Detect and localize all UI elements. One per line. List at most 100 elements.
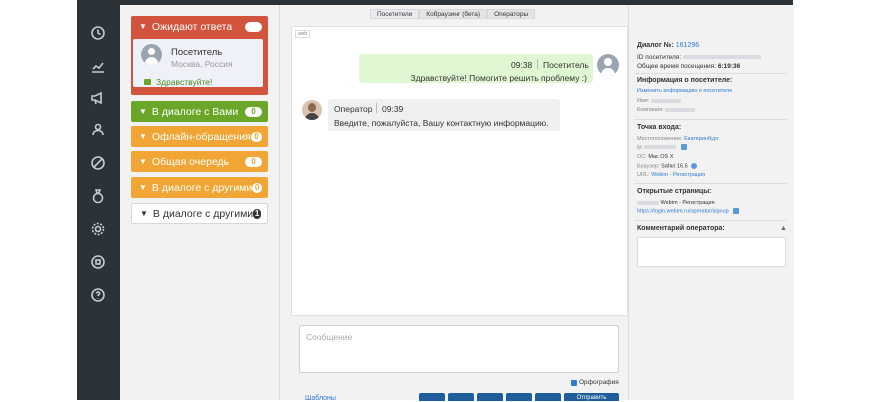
queue-with-others-2[interactable]: ▼ В диалоге с другими 1 — [131, 203, 268, 224]
url-row: URL: Webim - Регистрация — [637, 172, 705, 178]
browser-icon — [691, 163, 698, 169]
divider — [634, 119, 787, 120]
external-link-icon[interactable] — [733, 208, 740, 214]
visitor-message-text: Здравствуйте! — [156, 77, 213, 87]
queue-label: Общая очередь — [151, 155, 230, 168]
queue-waiting[interactable]: ▼ Ожидают ответа 1 — [131, 16, 268, 37]
browser-label: Браузер: — [637, 163, 660, 170]
change-info-link[interactable]: Изменить информацию о посетителе — [637, 88, 732, 94]
operator-avatar — [302, 100, 322, 120]
message-time: 09:39 — [382, 104, 404, 114]
ip-label: ip: — [637, 144, 643, 151]
tab-visitors[interactable]: Посетители — [370, 9, 420, 19]
dialog-label: Диалог №: — [637, 42, 674, 49]
total-time-label: Общее время посещения: — [637, 63, 717, 70]
chart-icon[interactable] — [88, 56, 108, 76]
redacted-value — [644, 145, 677, 149]
message-author: Посетитель — [543, 60, 589, 70]
operator-comment-title: Комментарий оператора: — [637, 225, 725, 232]
visitor-card[interactable]: Посетитель Москва, Россия Здравствуйте! — [133, 39, 263, 87]
queue-count: 0 — [252, 182, 262, 193]
open-page-title: Webim - Регистрация — [660, 200, 715, 206]
top-tabs: Посетители Кобраузинг (бета) Операторы — [370, 9, 536, 19]
os-row: ОС: Mac OS X — [637, 154, 673, 160]
operator-message: Оператор 09:39 Введите, пожалуйста, Вашу… — [328, 99, 560, 131]
queue-count: 1 — [245, 21, 262, 32]
url-link[interactable]: Webim - Регистрация — [651, 172, 705, 178]
divider — [634, 73, 787, 74]
queue-general[interactable]: ▼ Общая очередь 0 — [131, 151, 268, 172]
tab-operators[interactable]: Операторы — [487, 9, 536, 19]
divider — [537, 59, 538, 69]
queue-count: 0 — [245, 106, 262, 117]
queue-label: В диалоге с другими — [151, 181, 253, 194]
dialog-id-link[interactable]: 161296 — [676, 42, 699, 49]
open-page-url-row: https://login.webim.ru/operator/signup — [637, 208, 740, 214]
browser-value: Safari 16.5 — [661, 163, 688, 170]
redacted-value — [665, 107, 696, 112]
browser-row: Браузер: Safari 16.5 — [637, 163, 698, 170]
url-label: URL: — [637, 172, 650, 178]
queue-with-you[interactable]: ▼ В диалоге с Вами 0 — [131, 101, 268, 122]
visitor-name: Посетитель — [171, 47, 223, 58]
visitor-last-message: Здравствуйте! — [144, 77, 212, 87]
spellcheck-toggle[interactable]: Орфография — [571, 379, 619, 386]
location-label: Местоположение: — [637, 136, 683, 142]
queue-count: 1 — [253, 208, 261, 219]
ip-row: ip: — [637, 144, 687, 150]
total-time-value: 6:19:36 — [717, 63, 741, 70]
os-value: Mac OS X — [648, 154, 674, 160]
stop-icon[interactable] — [88, 252, 108, 272]
queue-count: 0 — [250, 131, 262, 142]
open-page-title-row: Webim - Регистрация — [637, 200, 715, 206]
total-time-row: Общее время посещения: 6:19:36 — [637, 63, 740, 70]
templates-link[interactable]: Шаблоны — [305, 395, 336, 402]
open-pages-title: Открытые страницы: — [637, 188, 712, 195]
queue-label: Офлайн-обращения — [151, 130, 251, 143]
message-icon — [144, 79, 151, 85]
chevron-down-icon: ▼ — [139, 157, 147, 166]
chevron-down-icon: ▼ — [139, 22, 147, 31]
queue-offline[interactable]: ▼ Офлайн-обращения 0 — [131, 126, 268, 147]
settings-icon[interactable] — [88, 219, 108, 239]
chat-log[interactable]: web 09:38 Посетитель Здравствуйте! Помог… — [291, 26, 628, 316]
name-row: Имя: — [637, 98, 681, 104]
chevron-down-icon: ▼ — [139, 183, 147, 192]
chevron-down-icon: ▼ — [139, 132, 147, 141]
operator-comment-input[interactable] — [637, 237, 786, 267]
visitor-message: 09:38 Посетитель Здравствуйте! Помогите … — [359, 54, 593, 83]
ban-icon[interactable] — [88, 153, 108, 173]
entry-point-title: Точка входа: — [637, 124, 682, 131]
chevron-down-icon: ▼ — [140, 209, 148, 218]
open-page-url[interactable]: https://login.webim.ru/operator/signup — [637, 208, 729, 214]
money-bag-icon[interactable] — [88, 186, 108, 206]
redacted-value — [637, 200, 659, 205]
change-info-row: Изменить информацию о посетителе — [637, 87, 732, 94]
queue-count: 0 — [245, 156, 262, 167]
chevron-up-icon[interactable]: ▲ — [780, 225, 787, 232]
users-icon[interactable] — [88, 120, 108, 140]
spellcheck-label: Орфография — [579, 379, 619, 386]
help-icon[interactable] — [88, 285, 108, 305]
divider — [376, 103, 377, 113]
chevron-down-icon: ▼ — [139, 107, 147, 116]
queue-label: Ожидают ответа — [151, 20, 233, 33]
queue-with-others[interactable]: ▼ В диалоге с другими 0 — [131, 177, 268, 198]
divider — [634, 220, 787, 221]
message-input[interactable] — [300, 326, 618, 372]
visitor-info-title: Информация о посетителе: — [637, 77, 733, 84]
location-row: Местоположение: Екатеринбург — [637, 136, 719, 142]
redacted-value — [682, 55, 761, 60]
location-value: Екатеринбург — [684, 136, 719, 142]
queue-panel: ▼ Ожидают ответа 1 Посетитель Москва, Ро… — [120, 5, 280, 400]
history-icon[interactable] — [88, 23, 108, 43]
tab-cobrowsing[interactable]: Кобраузинг (бета) — [419, 9, 488, 19]
divider — [634, 183, 787, 184]
message-text: Введите, пожалуйста, Вашу контактную инф… — [334, 118, 549, 128]
message-text: Здравствуйте! Помогите решить проблему :… — [410, 73, 587, 83]
sidebar — [77, 5, 120, 400]
map-icon[interactable] — [680, 144, 687, 150]
checkbox-icon[interactable] — [571, 379, 577, 386]
megaphone-icon[interactable] — [88, 88, 108, 108]
queue-label: В диалоге с другими — [152, 207, 254, 220]
